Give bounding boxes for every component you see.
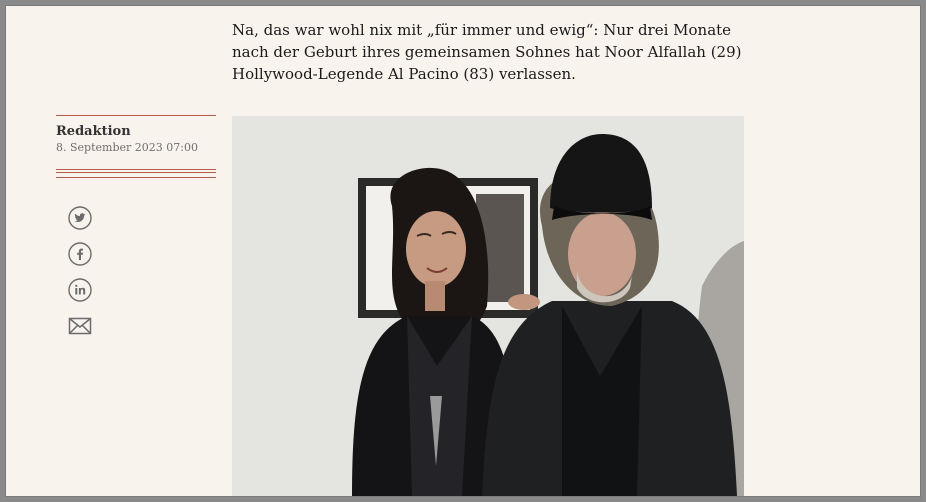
- byline-top-rule: [56, 115, 216, 116]
- share-email-button[interactable]: [68, 314, 92, 338]
- linkedin-icon: [68, 278, 92, 302]
- twitter-icon: [68, 206, 92, 230]
- share-linkedin-button[interactable]: [68, 278, 92, 302]
- share-bar: [68, 206, 92, 350]
- article-page: Na, das war wohl nix mit „für immer und …: [6, 6, 920, 496]
- share-twitter-button[interactable]: [68, 206, 92, 230]
- article-photo: [232, 116, 744, 496]
- article-lead: Na, das war wohl nix mit „für immer und …: [232, 21, 742, 83]
- byline: Redaktion 8. September 2023 07:00: [56, 115, 216, 178]
- facebook-icon: [68, 242, 92, 266]
- byline-author[interactable]: Redaktion: [56, 124, 216, 140]
- byline-date: 8. September 2023 07:00: [56, 141, 198, 154]
- email-icon: [68, 317, 92, 335]
- byline-bottom-rule: [56, 169, 216, 178]
- photo-couple: [232, 116, 744, 496]
- share-facebook-button[interactable]: [68, 242, 92, 266]
